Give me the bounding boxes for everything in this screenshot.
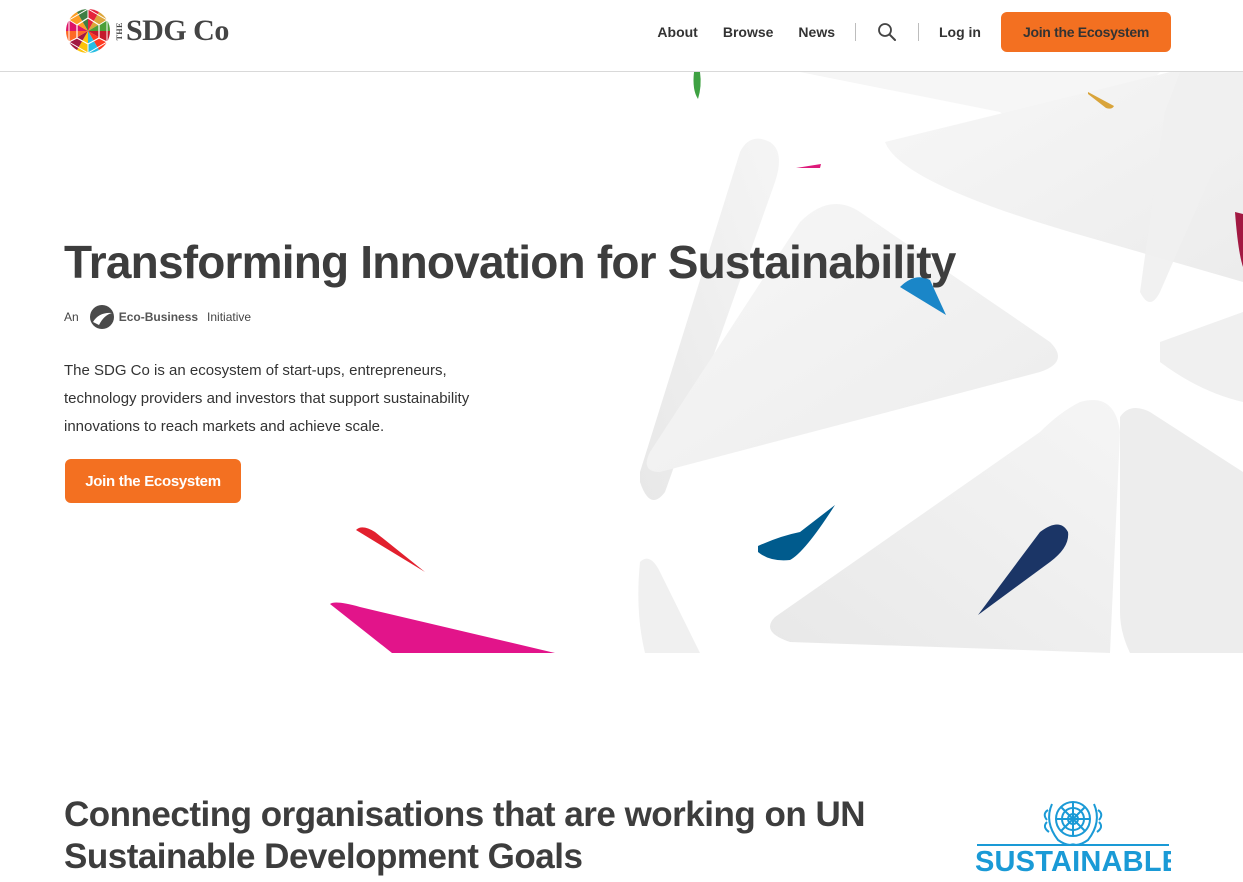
- nav-browse-link[interactable]: Browse: [723, 24, 774, 40]
- join-ecosystem-nav-button[interactable]: Join the Ecosystem: [1001, 11, 1171, 52]
- site-header: THE SDG Co About Browse News Log in Join…: [0, 0, 1243, 72]
- search-icon[interactable]: [876, 21, 898, 43]
- logo-the-label: THE: [115, 21, 124, 41]
- hero-section: Transforming Innovation for Sustainabili…: [0, 72, 1243, 653]
- hero-title: Transforming Innovation for Sustainabili…: [64, 236, 956, 288]
- join-ecosystem-hero-button[interactable]: Join the Ecosystem: [65, 459, 241, 503]
- sdg-section-title: Connecting organisations that are workin…: [64, 795, 866, 876]
- byline-prefix: An: [64, 310, 79, 324]
- sdg-wheel-logo-icon: [66, 8, 110, 54]
- brand-logo[interactable]: THE SDG Co: [64, 7, 229, 55]
- logo-wordmark: SDG Co: [126, 14, 229, 47]
- nav-about-link[interactable]: About: [657, 24, 697, 40]
- hero-description: The SDG Co is an ecosystem of start-ups,…: [64, 362, 470, 435]
- login-link[interactable]: Log in: [939, 24, 981, 40]
- un-sdg-logo: SUSTAINABLE: [975, 790, 1171, 882]
- eco-business-byline: An Eco-Business Initiative: [64, 304, 251, 330]
- un-emblem-icon: [1043, 801, 1103, 846]
- un-logo-text: SUSTAINABLE: [975, 846, 1171, 878]
- main-nav: About Browse News Log in Join the Ecosys…: [657, 0, 1243, 63]
- nav-divider: [918, 22, 919, 41]
- eco-business-logo-icon: [89, 305, 114, 329]
- nav-news-link[interactable]: News: [798, 24, 835, 40]
- byline-partner: Eco-Business: [118, 310, 199, 324]
- byline-suffix: Initiative: [207, 310, 252, 324]
- nav-divider: [855, 22, 856, 41]
